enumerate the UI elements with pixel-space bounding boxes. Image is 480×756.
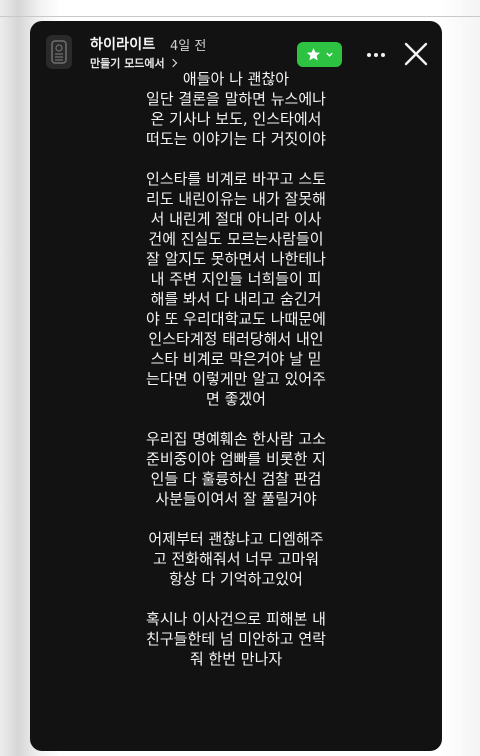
text-line: 스타 비계로 막은거야 날 믿 — [150, 350, 322, 368]
post-time: 4일 전 — [170, 39, 207, 54]
text-line: 사분들이여서 잘 풀릴거야 — [155, 490, 317, 508]
text-line: 애들아 나 괜찮아 — [182, 70, 290, 88]
paragraph: 애들아 나 괜찮아 일단 결론을 말하면 뉴스에나 온 기사나 보도, 인스타에… — [96, 69, 376, 149]
more-icon — [367, 53, 385, 57]
story-text: 애들아 나 괜찮아 일단 결론을 말하면 뉴스에나 온 기사나 보도, 인스타에… — [96, 69, 376, 689]
paragraph: 어제부터 괜찮냐고 디엠해주 고 전화해줘서 너무 고마워 항상 다 기억하고있… — [96, 529, 376, 589]
paragraph: 우리집 명예훼손 한사람 고소 준비중이야 엄빠를 비롯한 지 인들 다 훌륭하… — [96, 429, 376, 509]
close-friends-badge[interactable] — [297, 42, 342, 67]
text-line: 잘 알지도 못하면서 나한테나 — [146, 250, 326, 268]
text-line: 친구들한테 넘 미안하고 연락 — [146, 630, 326, 648]
text-line: 건에 진실도 모르는사람들이 — [148, 230, 324, 248]
paragraph: 인스타를 비계로 바꾸고 스토 리도 내린이유는 내가 잘못해 서 내린게 절대… — [96, 169, 376, 409]
text-line: 인스타계정 태러당해서 내인 — [148, 330, 324, 348]
profile-emblem-icon — [51, 40, 67, 64]
text-line: 리도 내린이유는 내가 잘못해 — [146, 190, 326, 208]
username[interactable]: 하이라이트 — [90, 34, 155, 54]
avatar[interactable] — [46, 35, 72, 69]
top-divider — [0, 16, 480, 17]
text-line: 면 좋겠어 — [206, 390, 266, 408]
text-line: 내 주변 지인들 너희들이 피 — [150, 270, 322, 288]
story-card: 하이라이트 4일 전 만들기 모드에서 애들아 나 괜찮아 일단 결론을 말하면… — [30, 21, 442, 751]
close-button[interactable] — [402, 40, 430, 68]
text-line: 우리집 명예훼손 한사람 고소 — [146, 430, 326, 448]
text-line: 고 전화해줘서 너무 고마워 — [152, 550, 320, 568]
text-line: 온 기사나 보도, 인스타에서 — [150, 110, 322, 128]
text-line: 야 또 우리대학교도 나때문에 — [146, 310, 326, 328]
text-line: 줘 한번 만나자 — [189, 650, 283, 668]
text-line: 준비중이야 엄빠를 비롯한 지 — [146, 450, 326, 468]
text-line: 떠도는 이야기는 다 거짓이야 — [146, 130, 326, 148]
chevron-down-icon — [325, 52, 333, 57]
text-line: 인스타를 비계로 바꾸고 스토 — [146, 170, 326, 188]
text-line: 항상 다 기억하고있어 — [169, 570, 303, 588]
paragraph: 혹시나 이사건으로 피해본 내 친구들한테 넘 미안하고 연락 줘 한번 만나자 — [96, 609, 376, 669]
text-line: 는다면 이렇게만 알고 있어주 — [146, 370, 326, 388]
text-line: 인들 다 훌륭하신 검찰 판검 — [150, 470, 322, 488]
text-line: 일단 결론을 말하면 뉴스에나 — [146, 90, 326, 108]
close-icon — [404, 42, 428, 66]
star-icon — [306, 48, 320, 61]
chevron-right-icon — [168, 58, 177, 68]
more-button[interactable] — [364, 45, 388, 65]
text-line: 어제부터 괜찮냐고 디엠해주 — [148, 530, 324, 548]
text-line: 해를 봐서 다 내리고 숨긴거 — [150, 290, 322, 308]
text-line: 서 내린게 절대 아니라 이사 — [150, 210, 322, 228]
text-line: 혹시나 이사건으로 피해본 내 — [146, 610, 326, 628]
